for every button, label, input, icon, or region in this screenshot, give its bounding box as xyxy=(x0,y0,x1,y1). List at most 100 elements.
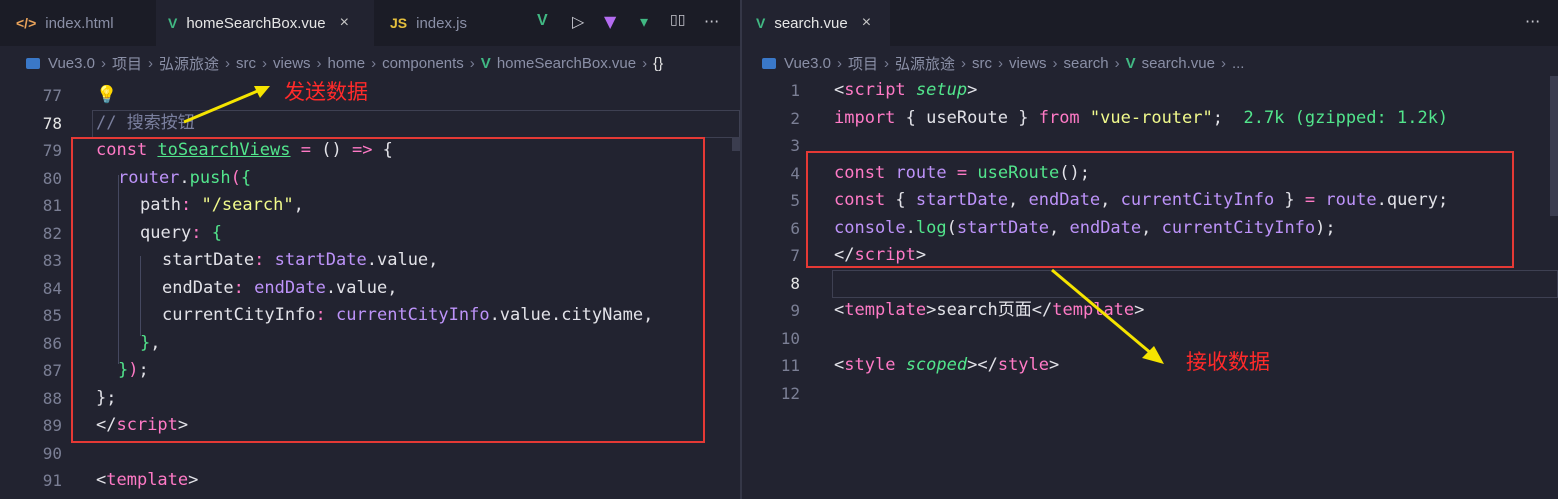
line-number: 78 xyxy=(42,114,62,133)
breadcrumb-item[interactable]: {} xyxy=(653,55,663,72)
line-number: 85 xyxy=(42,306,62,325)
vue-icon[interactable]: V xyxy=(537,12,548,30)
breadcrumb-item[interactable]: Vue3.0 xyxy=(48,55,95,72)
tab-label: homeSearchBox.vue xyxy=(186,14,326,32)
breadcrumb-item[interactable]: 弘源旅途 xyxy=(895,53,955,74)
chevron-right-icon: › xyxy=(1114,54,1120,72)
breadcrumb-item[interactable]: 项目 xyxy=(112,53,142,74)
code-text: <style scoped></style> xyxy=(834,355,1060,375)
tab-label: search.vue xyxy=(774,14,848,32)
code-line: 2 import { useRoute } from "vue-router";… xyxy=(742,105,1558,132)
chevron-right-icon: › xyxy=(998,54,1004,72)
arrow-icon xyxy=(183,86,270,124)
vue-file-icon: V xyxy=(480,54,491,72)
receive-data-highlight-box xyxy=(806,151,1514,268)
line-number: 2 xyxy=(790,109,800,128)
folder-icon xyxy=(26,57,40,69)
breadcrumb-item[interactable]: src xyxy=(972,55,992,72)
right-editor-pane: V search.vue × ··· Vue3.0 › 项目 › 弘源旅途 › src… xyxy=(742,0,1558,499)
code-line: 77 💡 xyxy=(0,82,740,109)
tab-index-html[interactable]: </> index.html xyxy=(0,0,152,46)
vue-file-icon: V xyxy=(756,15,766,31)
line-number: 12 xyxy=(780,384,800,403)
chevron-right-icon: › xyxy=(961,54,967,72)
line-number: 6 xyxy=(790,219,800,238)
breadcrumb-item[interactable]: ... xyxy=(1232,55,1245,72)
breadcrumb: Vue3.0 › 项目 › 弘源旅途 › src › views › home › comp… xyxy=(0,50,740,76)
receive-data-annotation: 接收数据 xyxy=(1186,350,1270,374)
send-data-highlight-box xyxy=(71,137,705,443)
line-number: 79 xyxy=(42,141,62,160)
html-file-icon: </> xyxy=(16,15,37,31)
split-editor-icon[interactable]: ▯▯ xyxy=(670,12,685,28)
code-line: 78 // 搜索按钮 xyxy=(0,110,740,137)
more-actions-icon[interactable]: ··· xyxy=(704,12,719,31)
chevron-right-icon: › xyxy=(1220,54,1226,72)
line-number: 89 xyxy=(42,416,62,435)
line-number: 91 xyxy=(42,471,62,490)
vue-file-icon: V xyxy=(1125,54,1136,72)
code-text: <script setup> xyxy=(834,80,978,100)
line-number: 80 xyxy=(42,169,62,188)
line-number: 5 xyxy=(790,191,800,210)
vue-devtools-icon[interactable]: ▾ xyxy=(640,12,648,31)
chevron-right-icon: › xyxy=(1052,54,1058,72)
tab-search-vue[interactable]: V search.vue × xyxy=(742,0,890,46)
breadcrumb-item[interactable]: 项目 xyxy=(848,53,878,74)
breadcrumb: Vue3.0 › 项目 › 弘源旅途 › src › views › search › Vs… xyxy=(742,50,1558,76)
breadcrumb-item[interactable]: src xyxy=(236,55,256,72)
send-data-annotation: 发送数据 xyxy=(284,80,368,104)
close-icon[interactable]: × xyxy=(862,14,871,32)
code-line: 90 xyxy=(0,440,740,467)
left-editor-pane: </> index.html V homeSearchBox.vue × JS … xyxy=(0,0,740,499)
chevron-right-icon: › xyxy=(884,54,890,72)
arrow-icon xyxy=(1051,268,1164,364)
line-number: 81 xyxy=(42,196,62,215)
vite-icon[interactable]: ▼ xyxy=(604,12,616,31)
run-icon[interactable]: ▷ xyxy=(572,12,584,31)
folder-icon xyxy=(762,57,776,69)
line-number: 90 xyxy=(42,444,62,463)
scrollbar[interactable] xyxy=(732,137,740,151)
breadcrumb-item[interactable]: search xyxy=(1064,55,1109,72)
chevron-right-icon: › xyxy=(469,54,475,72)
left-tab-bar: </> index.html V homeSearchBox.vue × JS … xyxy=(0,0,740,46)
tab-label: index.js xyxy=(416,14,467,32)
breadcrumb-item[interactable]: homeSearchBox.vue xyxy=(497,55,636,72)
tab-homesearchbox-vue[interactable]: V homeSearchBox.vue × xyxy=(156,0,374,46)
code-line: 12 xyxy=(742,380,1558,407)
line-number: 11 xyxy=(780,356,800,375)
code-line: 91 <template> xyxy=(0,467,740,494)
breadcrumb-item[interactable]: home xyxy=(328,55,366,72)
lightbulb-icon[interactable]: 💡 xyxy=(96,82,117,109)
chevron-right-icon: › xyxy=(371,54,377,72)
right-tab-bar: V search.vue × ··· xyxy=(742,0,1558,46)
breadcrumb-item[interactable]: components xyxy=(382,55,464,72)
breadcrumb-item[interactable]: views xyxy=(273,55,311,72)
chevron-right-icon: › xyxy=(316,54,322,72)
chevron-right-icon: › xyxy=(837,54,842,72)
chevron-right-icon: › xyxy=(262,54,268,72)
line-number: 1 xyxy=(790,81,800,100)
breadcrumb-item[interactable]: Vue3.0 xyxy=(784,55,831,72)
line-number: 7 xyxy=(790,246,800,265)
line-number: 4 xyxy=(790,164,800,183)
scrollbar[interactable] xyxy=(1550,76,1558,216)
breadcrumb-item[interactable]: search.vue xyxy=(1142,55,1215,72)
breadcrumb-item[interactable]: views xyxy=(1009,55,1047,72)
line-number: 86 xyxy=(42,334,62,353)
line-number: 84 xyxy=(42,279,62,298)
tab-index-js[interactable]: JS index.js xyxy=(378,0,526,46)
more-actions-icon[interactable]: ··· xyxy=(1525,12,1540,31)
code-text: import { useRoute } from "vue-router"; 2… xyxy=(834,108,1449,128)
line-number: 3 xyxy=(790,136,800,155)
js-file-icon: JS xyxy=(390,15,408,31)
close-icon[interactable]: × xyxy=(340,14,349,32)
chevron-right-icon: › xyxy=(148,54,154,72)
breadcrumb-item[interactable]: 弘源旅途 xyxy=(159,53,219,74)
chevron-right-icon: › xyxy=(101,54,106,72)
line-number: 87 xyxy=(42,361,62,380)
line-number: 9 xyxy=(790,301,800,320)
line-number: 77 xyxy=(42,86,62,105)
code-text: <template> xyxy=(96,470,199,490)
